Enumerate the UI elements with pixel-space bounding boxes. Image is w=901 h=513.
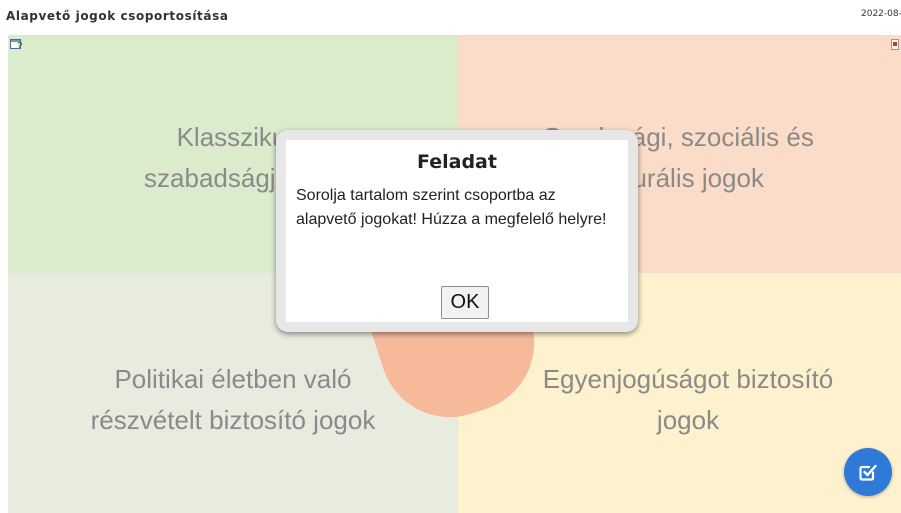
check-icon [859,464,877,481]
check-answers-button[interactable] [844,448,892,496]
dialog-message: Sorolja tartalom szerint csoportba az al… [296,187,607,228]
ok-button[interactable]: OK [441,286,489,319]
dialog-title: Feladat [417,151,497,173]
page-title: Alapvető jogok csoportosítása [6,9,229,23]
top-bar: Alapvető jogok csoportosítása 2022-08-0 [0,0,901,30]
task-dialog-body: Feladat Sorolja tartalom szerint csoport… [286,140,628,322]
zone-label-political-rights: Politikai életben való részvételt biztos… [90,364,376,435]
task-dialog: Feladat Sorolja tartalom szerint csoport… [276,130,638,332]
zone-label-equality-rights: Egyenjogúságot biztosító jogok [542,364,834,435]
svg-text:?: ? [17,41,23,50]
date-label: 2022-08-0 [861,9,901,19]
help-icon[interactable]: ? [10,37,24,52]
close-icon[interactable] [891,37,899,50]
